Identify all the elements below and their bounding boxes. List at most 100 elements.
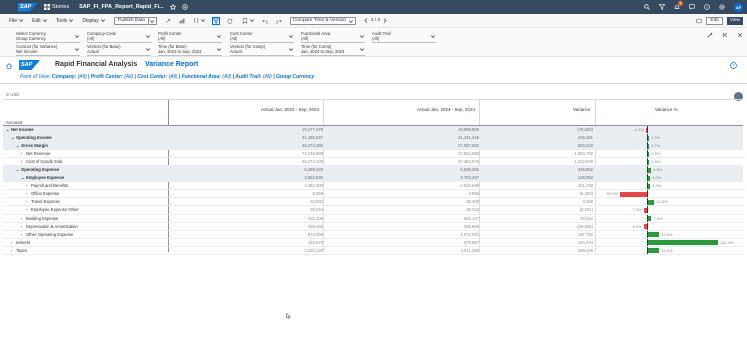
edit-mode-button[interactable]: Edit (706, 17, 723, 25)
stories-menu[interactable]: Stories (44, 4, 69, 10)
chevron-left-icon[interactable] (364, 18, 368, 23)
table-row[interactable]: ⌄Operating Expense 5,289,433 5,636,285 346,… (3, 166, 743, 175)
column-header-account[interactable]: Account (6, 120, 22, 125)
filter-cost-center[interactable]: Cost Center (All) (230, 31, 294, 43)
filter-time-base[interactable]: Time (for Base) Jan, 2023 to Sep, 2023 (158, 44, 222, 56)
unit-label: in USD (6, 92, 20, 97)
pov-cost-center-label: | Cost Center: (134, 74, 168, 80)
file-menu[interactable]: File (9, 17, 24, 24)
account-cell: › Travel Expense (26, 199, 60, 204)
undo-icon[interactable] (261, 18, 268, 24)
sap-logo[interactable]: SAP (18, 2, 38, 12)
filter-icon[interactable] (211, 16, 220, 25)
table-row[interactable]: › Payroll and Benefits 3,482,300 3,634,049 1… (3, 182, 743, 191)
column-header-variance-pct[interactable]: Variance % (655, 107, 678, 112)
pov-company-label: Company: (51, 74, 77, 80)
chevron-down-icon (289, 35, 293, 38)
add-icon[interactable] (181, 4, 188, 10)
variance-pct-bar (648, 167, 652, 173)
table-row[interactable]: › Employee Expense Other 28,244 26,223 (2,02… (3, 206, 743, 215)
base-value-cell: 28,244 (310, 207, 323, 213)
column-header-comp[interactable]: Actual Jan, 2024 - Sep, 2024 (417, 107, 475, 112)
table-row[interactable]: › Building Expense 432,105 462,147 30,042 7.0… (3, 214, 743, 223)
refresh-icon[interactable] (227, 18, 233, 24)
insert-chart-icon[interactable] (179, 18, 185, 24)
column-header-variance[interactable]: Variance (573, 107, 590, 112)
tools-menu[interactable]: Tools (56, 18, 74, 24)
close-icon[interactable] (737, 32, 743, 38)
variance-pct-bar (648, 183, 651, 189)
table-row[interactable]: › Interest 115,573 279,997 164,424 142.3% (3, 238, 743, 247)
column-header-base[interactable]: Actual Jan, 2023 - Sep, 2023 (261, 107, 319, 112)
variance-type-value: Compare Time & Version (292, 17, 347, 23)
edit-menu[interactable]: Edit (32, 18, 47, 24)
settings-gear-icon[interactable] (719, 4, 725, 10)
pov-functional-area-label: | Functional Area: (178, 74, 221, 80)
refresh-data-icon[interactable] (165, 18, 171, 24)
account-name: Net Revenue (26, 151, 51, 157)
app-title: Rapid Financial Analysis (55, 61, 138, 68)
variance-type-select[interactable]: Compare Time & Version (289, 16, 356, 25)
table-row[interactable]: ⌄Net Income 19,177,479 19,098,859 (78,620) -… (3, 126, 743, 135)
variance-pct-bar (648, 240, 718, 246)
edit-filters-icon[interactable] (707, 32, 713, 38)
help-icon[interactable]: ? (730, 62, 737, 69)
variance-pct-bar (648, 232, 660, 238)
filter-time-comp[interactable]: Time (for Comp) Jan, 2024 to Sep, 2024 (301, 44, 365, 56)
filter-audit-trail[interactable]: Audit Trail (All) (372, 31, 436, 43)
pov-prefix: Point of View: (20, 74, 51, 80)
redo-icon[interactable] (276, 18, 282, 24)
favorite-star-icon[interactable] (169, 4, 176, 10)
base-value-cell: 72,748,888 (302, 151, 323, 157)
table-row[interactable]: › Net Revenue 72,748,888 74,552,680 1,803,79… (3, 150, 743, 159)
table-row[interactable]: ⌄Employee Expense 3,553,635 3,702,497 148,8… (3, 174, 743, 183)
table-row[interactable]: › Depreciation & Amortization 429,435 399,6… (3, 222, 743, 231)
filter-funnel-icon[interactable] (659, 4, 665, 10)
help-icon[interactable]: ? (704, 4, 710, 10)
formula-menu[interactable]: { } (194, 18, 205, 24)
chevron-right-icon[interactable] (383, 18, 387, 23)
collapse-filters-icon[interactable] (722, 32, 728, 38)
search-icon[interactable] (644, 4, 650, 10)
table-row[interactable]: › Travel Expense 34,032 38,300 4,268 12.5% (3, 198, 743, 207)
story-title: SAP_FI_FPA_Report_Rapid_Fi... (79, 4, 164, 10)
chevron-down-icon (146, 48, 150, 51)
filter-value: (All) (87, 36, 95, 41)
table-row[interactable]: › Other Operating Expense 874,259 1,072,051… (3, 230, 743, 239)
view-mode-button[interactable]: View (726, 17, 743, 25)
filter-value: (All) (301, 36, 309, 41)
account-cell: › Other Operating Expense (21, 232, 74, 237)
table-row[interactable]: › Office Expense 9,059 3,856 (5,203) -57.0% (3, 190, 743, 199)
chevron-down-icon (19, 19, 24, 22)
notifications-bell-icon[interactable]: 1 (674, 1, 683, 10)
chevron-down-icon (75, 35, 79, 38)
account-name: Employee Expense Other (31, 207, 79, 213)
filter-version-comp[interactable]: Version (for Comp) Actual (230, 44, 294, 56)
table-row[interactable]: ⌄Gross Margin 26,474,460 27,067,692 593,232… (3, 142, 743, 151)
chat-icon[interactable] (689, 4, 695, 10)
filter-version-base[interactable]: Version (for Base) Actual (87, 44, 151, 56)
account-name: Gross Margin (21, 143, 48, 149)
fullscreen-icon[interactable] (696, 18, 703, 24)
publish-data-button[interactable]: Publish Data (113, 16, 149, 25)
publish-dropdown-button[interactable] (148, 16, 157, 25)
variance-pct-axis (647, 206, 648, 214)
table-row[interactable]: ⌄Operating Income 21,185,027 21,431,418 246… (3, 134, 743, 143)
filter-profit-center[interactable]: Profit Center (All) (158, 31, 222, 43)
file-menu-label: File (9, 17, 18, 24)
filter-company-code[interactable]: Company Code (All) (87, 31, 151, 43)
filter-account-variance[interactable]: Account (for Variance) Net Income (16, 44, 80, 56)
chevron-down-icon (69, 19, 74, 22)
account-cell: › Employee Expense Other (26, 207, 79, 212)
table-row[interactable]: › Taxes 2,120,120 2,611,356 489,236 23.0% (3, 246, 743, 255)
chevron-down-icon (217, 48, 221, 51)
filter-value: (All) (230, 36, 238, 41)
filter-functional-area[interactable]: Functional Area (All) (301, 31, 365, 43)
bookmark-menu[interactable] (242, 17, 254, 24)
display-menu[interactable]: Display (82, 18, 105, 24)
filter-select-currency[interactable]: Select Currency Group Currency (16, 31, 80, 43)
comp-value-cell: 26,223 (466, 207, 479, 213)
user-avatar[interactable]: AF (734, 2, 743, 12)
home-icon[interactable] (6, 63, 12, 69)
table-row[interactable]: › Cost of Goods Sold 46,274,428 47,484,976 1… (3, 158, 743, 167)
